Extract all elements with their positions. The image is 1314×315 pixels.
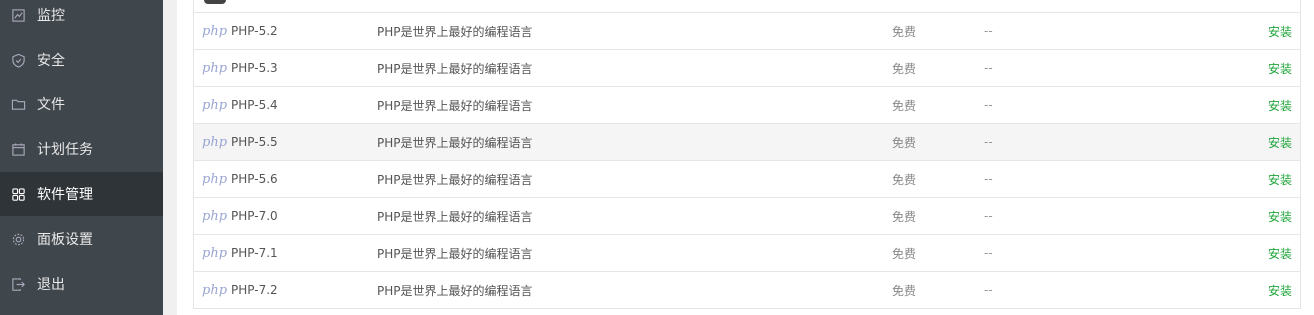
software-description: PHP是世界上最好的编程语言	[377, 246, 533, 261]
software-table: php PHP-5.2 PHP是世界上最好的编程语言 免费 -- 安装 php …	[193, 0, 1301, 309]
software-expire: --	[984, 283, 993, 297]
software-name: PHP-5.3	[231, 61, 278, 75]
install-link[interactable]: 安装	[1268, 124, 1292, 160]
sidebar-item-label: 文件	[37, 97, 65, 113]
logout-icon	[10, 276, 26, 292]
sidebar-item-monitor[interactable]: 监控	[0, 0, 163, 37]
table-row: php PHP-5.5 PHP是世界上最好的编程语言 免费 -- 安装	[194, 123, 1300, 160]
software-description: PHP是世界上最好的编程语言	[377, 283, 533, 298]
table-row: php PHP-7.2 PHP是世界上最好的编程语言 免费 -- 安装	[194, 271, 1300, 308]
software-price: 免费	[892, 135, 917, 150]
table-row: php PHP-5.4 PHP是世界上最好的编程语言 免费 -- 安装	[194, 86, 1300, 123]
sidebar-item-software[interactable]: 软件管理	[0, 172, 163, 216]
install-link[interactable]: 安装	[1268, 161, 1292, 197]
software-name: PHP-7.1	[231, 246, 278, 260]
software-price: 免费	[892, 209, 917, 224]
toolbar-button[interactable]	[204, 0, 226, 4]
software-price: 免费	[892, 61, 917, 76]
software-name: PHP-7.0	[231, 209, 278, 223]
php-logo-icon: php	[202, 282, 228, 298]
sidebar-item-settings[interactable]: 面板设置	[0, 217, 163, 261]
sidebar-item-label: 退出	[37, 277, 65, 293]
sidebar-item-logout[interactable]: 退出	[0, 262, 163, 306]
gear-icon	[10, 231, 26, 247]
sidebar-item-label: 安全	[37, 53, 65, 69]
php-logo-icon: php	[202, 60, 228, 76]
install-link[interactable]: 安装	[1268, 235, 1292, 271]
php-logo-icon: php	[202, 134, 228, 150]
software-price: 免费	[892, 24, 917, 39]
software-description: PHP是世界上最好的编程语言	[377, 98, 533, 113]
php-logo-icon: php	[202, 97, 228, 113]
software-name: PHP-5.4	[231, 98, 278, 112]
install-link[interactable]: 安装	[1268, 13, 1292, 49]
shield-icon	[10, 52, 26, 68]
software-name: PHP-5.2	[231, 24, 278, 38]
software-price: 免费	[892, 172, 917, 187]
software-name: PHP-7.2	[231, 283, 278, 297]
software-expire: --	[984, 172, 993, 186]
table-row: php PHP-5.3 PHP是世界上最好的编程语言 免费 -- 安装	[194, 49, 1300, 86]
monitor-icon	[10, 7, 26, 23]
sidebar-item-files[interactable]: 文件	[0, 82, 163, 126]
php-logo-icon: php	[202, 23, 228, 39]
install-link[interactable]: 安装	[1268, 198, 1292, 234]
calendar-icon	[10, 141, 26, 157]
software-expire: --	[984, 135, 993, 149]
main-panel: php PHP-5.2 PHP是世界上最好的编程语言 免费 -- 安装 php …	[177, 0, 1314, 315]
sidebar-item-security[interactable]: 安全	[0, 38, 163, 82]
table-row: php PHP-7.0 PHP是世界上最好的编程语言 免费 -- 安装	[194, 197, 1300, 234]
sidebar: 监控 安全 文件 计划任务 软件管理 面板设置 退出	[0, 0, 163, 315]
software-price: 免费	[892, 98, 917, 113]
software-description: PHP是世界上最好的编程语言	[377, 135, 533, 150]
sidebar-item-label: 软件管理	[37, 187, 93, 203]
php-logo-icon: php	[202, 245, 228, 261]
install-link[interactable]: 安装	[1268, 87, 1292, 123]
php-logo-icon: php	[202, 171, 228, 187]
table-row: php PHP-7.1 PHP是世界上最好的编程语言 免费 -- 安装	[194, 234, 1300, 271]
software-expire: --	[984, 246, 993, 260]
table-row: php PHP-5.2 PHP是世界上最好的编程语言 免费 -- 安装	[194, 12, 1300, 49]
php-logo-icon: php	[202, 208, 228, 224]
install-link[interactable]: 安装	[1268, 50, 1292, 86]
sidebar-item-label: 监控	[37, 8, 65, 24]
sidebar-item-label: 面板设置	[37, 232, 93, 248]
software-expire: --	[984, 98, 993, 112]
software-expire: --	[984, 209, 993, 223]
software-price: 免费	[892, 246, 917, 261]
software-expire: --	[984, 61, 993, 75]
software-description: PHP是世界上最好的编程语言	[377, 61, 533, 76]
table-row: php PHP-5.6 PHP是世界上最好的编程语言 免费 -- 安装	[194, 160, 1300, 197]
install-link[interactable]: 安装	[1268, 272, 1292, 308]
sidebar-item-label: 计划任务	[37, 142, 93, 158]
software-price: 免费	[892, 283, 917, 298]
grid-icon	[10, 186, 26, 202]
sidebar-item-cron[interactable]: 计划任务	[0, 127, 163, 171]
software-description: PHP是世界上最好的编程语言	[377, 172, 533, 187]
software-description: PHP是世界上最好的编程语言	[377, 209, 533, 224]
folder-icon	[10, 96, 26, 112]
software-description: PHP是世界上最好的编程语言	[377, 24, 533, 39]
software-name: PHP-5.6	[231, 172, 278, 186]
software-expire: --	[984, 24, 993, 38]
content-gutter	[163, 0, 177, 315]
software-name: PHP-5.5	[231, 135, 278, 149]
